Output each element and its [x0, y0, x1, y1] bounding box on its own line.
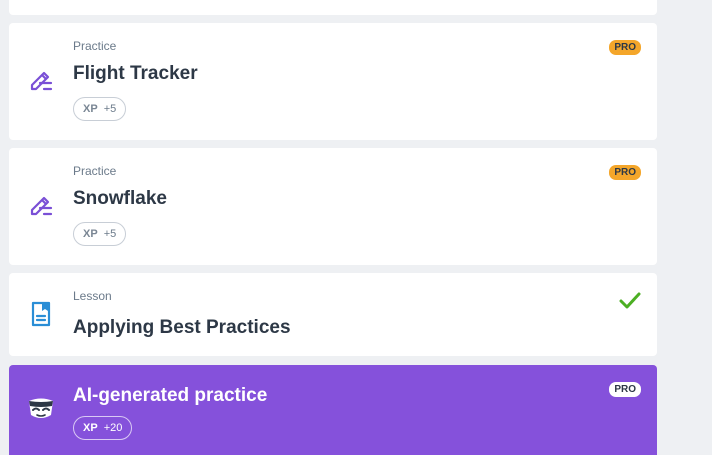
pencil-icon	[30, 71, 53, 91]
xp-badge: XP +5	[73, 222, 127, 246]
lesson-item-applying-best-practices[interactable]: Lesson Applying Best Practices	[9, 273, 657, 356]
item-title: Flight Tracker	[73, 63, 198, 84]
xp-label: XP	[83, 103, 98, 115]
lesson-item-flight-tracker[interactable]: Practice Flight Tracker XP +5 PRO	[9, 23, 657, 140]
pencil-icon	[30, 196, 53, 216]
xp-badge: XP +20	[73, 416, 133, 440]
pro-badge: PRO	[609, 382, 641, 397]
item-title: Applying Best Practices	[73, 317, 291, 338]
checkmark-icon	[619, 292, 641, 309]
item-type: Lesson	[73, 289, 112, 303]
previous-item-card[interactable]	[9, 0, 657, 15]
pro-badge: PRO	[609, 40, 641, 55]
pro-badge: PRO	[609, 165, 641, 180]
xp-value: +5	[103, 103, 117, 115]
item-title: Snowflake	[73, 188, 167, 209]
item-type: Practice	[73, 39, 117, 53]
item-type: Practice	[73, 164, 117, 178]
xp-label: XP	[83, 228, 98, 240]
item-title: AI-generated practice	[73, 385, 268, 406]
xp-label: XP	[83, 422, 98, 434]
xp-badge: XP +5	[73, 97, 127, 121]
document-icon	[31, 301, 51, 327]
ai-generated-practice-item[interactable]: AI-generated practice XP +20 PRO	[9, 365, 657, 455]
ai-mascot-icon	[29, 398, 53, 418]
xp-value: +5	[103, 228, 117, 240]
xp-value: +20	[103, 422, 123, 434]
lesson-item-snowflake[interactable]: Practice Snowflake XP +5 PRO	[9, 148, 657, 265]
